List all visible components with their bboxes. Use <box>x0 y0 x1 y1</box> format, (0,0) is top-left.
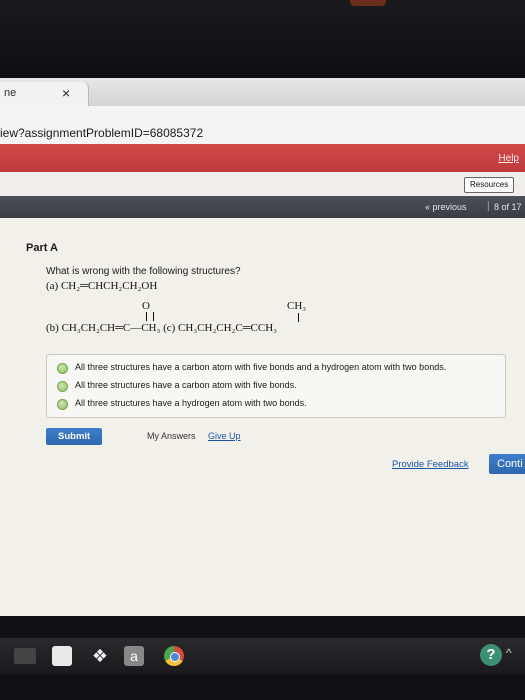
structure-a: (a) CH₂═CHCH₂CH₂OH <box>46 280 158 292</box>
app-header: Help <box>0 144 525 172</box>
part-title: Part A <box>26 242 58 254</box>
help-icon[interactable]: ? <box>480 644 502 666</box>
answer-choices: All three structures have a carbon atom … <box>46 354 506 418</box>
submit-button[interactable]: Submit <box>46 428 102 445</box>
methyl-label: CH₃ <box>287 300 307 312</box>
option-label: All three structures have a hydrogen ato… <box>75 398 307 408</box>
address-bar[interactable]: iew?assignmentProblemID=68085372 <box>0 106 525 145</box>
radio-button[interactable] <box>57 381 68 392</box>
amazon-icon[interactable]: a <box>124 646 144 666</box>
option-label: All three structures have a carbon atom … <box>75 362 447 372</box>
resources-button[interactable]: Resources <box>464 177 515 193</box>
calculator-icon[interactable] <box>52 646 72 666</box>
continue-button[interactable]: Conti <box>489 454 525 474</box>
chrome-icon[interactable] <box>164 646 184 666</box>
close-icon[interactable]: × <box>62 85 70 101</box>
bezel-glint <box>350 0 386 6</box>
answer-option[interactable]: All three structures have a carbon atom … <box>57 378 497 394</box>
browser-tab[interactable]: ne × <box>0 82 89 106</box>
taskbar-strip <box>0 638 525 674</box>
monitor-bezel <box>0 0 525 78</box>
structure-b-c: (b) CH₃CH₂CH═C—CH₃ (c) CH₃CH₂CH₂C═CCH₃ <box>46 322 277 334</box>
launcher-icon[interactable] <box>14 648 36 664</box>
radio-button[interactable] <box>57 363 68 374</box>
browser-tab-bar: ne × <box>0 78 525 107</box>
double-bond-line <box>146 312 154 321</box>
oxygen-label: O <box>142 300 150 312</box>
option-label: All three structures have a carbon atom … <box>75 380 297 390</box>
help-link[interactable]: Help <box>498 153 519 164</box>
resource-toolbar: Resources <box>0 172 525 196</box>
question-text: What is wrong with the following structu… <box>46 266 241 277</box>
give-up-link[interactable]: Give Up <box>208 431 241 441</box>
previous-link[interactable]: « previous <box>425 202 467 212</box>
single-bond-line <box>298 313 299 322</box>
taskbar: ❖ a ? ^ <box>0 616 525 700</box>
provide-feedback-link[interactable]: Provide Feedback <box>392 459 469 470</box>
answer-option[interactable]: All three structures have a hydrogen ato… <box>57 396 497 412</box>
radio-button[interactable] <box>57 399 68 410</box>
problem-nav: « previous | 8 of 17 <box>0 196 525 218</box>
tab-title: ne <box>4 87 17 99</box>
url-text[interactable]: iew?assignmentProblemID=68085372 <box>0 126 203 140</box>
answer-option[interactable]: All three structures have a carbon atom … <box>57 360 497 376</box>
page-count: 8 of 17 <box>494 202 522 212</box>
chevron-up-icon[interactable]: ^ <box>506 646 512 660</box>
problem-content: Part A What is wrong with the following … <box>0 218 525 616</box>
my-answers-link[interactable]: My Answers <box>147 431 196 441</box>
dropbox-icon[interactable]: ❖ <box>90 646 110 666</box>
nav-separator: | <box>487 201 490 212</box>
